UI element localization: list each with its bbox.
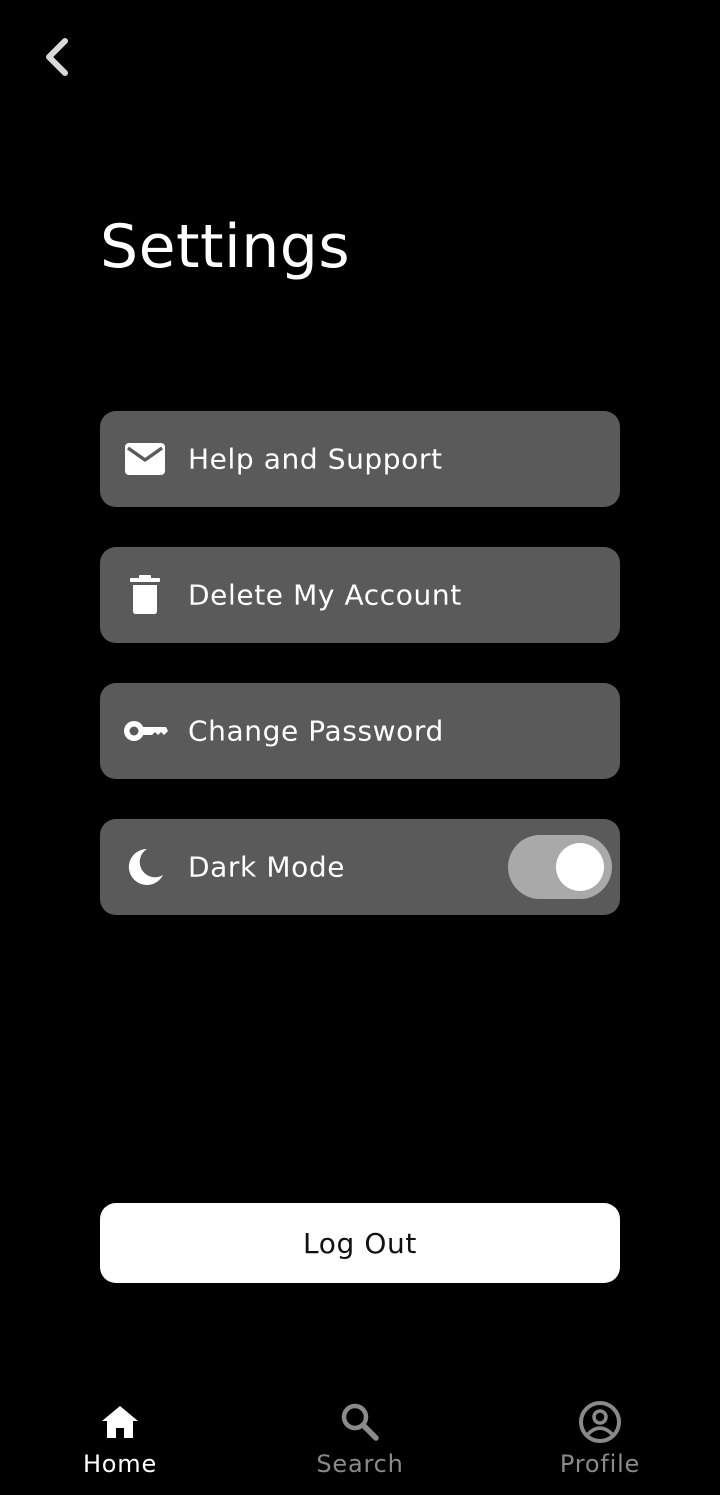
mail-icon	[122, 435, 168, 483]
back-button[interactable]	[34, 32, 78, 82]
logout-button[interactable]: Log Out	[100, 1203, 620, 1283]
bottom-navigation: Home Search Profile	[0, 1390, 720, 1495]
change-password-label: Change Password	[188, 714, 444, 748]
help-and-support-label: Help and Support	[188, 442, 443, 476]
dark-mode-label: Dark Mode	[188, 850, 346, 884]
delete-account-label: Delete My Account	[188, 578, 462, 612]
nav-search-label: Search	[316, 1450, 404, 1478]
help-and-support-item[interactable]: Help and Support	[100, 411, 620, 507]
toggle-knob	[556, 843, 604, 891]
nav-profile[interactable]: Profile	[510, 1390, 690, 1490]
profile-icon	[578, 1400, 622, 1444]
dark-mode-item: Dark Mode	[100, 819, 620, 915]
dark-mode-toggle[interactable]	[508, 835, 612, 899]
nav-profile-label: Profile	[559, 1450, 641, 1478]
key-icon	[122, 707, 168, 755]
nav-home-label: Home	[82, 1450, 158, 1478]
nav-search[interactable]: Search	[270, 1390, 450, 1490]
nav-home[interactable]: Home	[30, 1390, 210, 1490]
home-icon	[98, 1400, 142, 1444]
delete-account-item[interactable]: Delete My Account	[100, 547, 620, 643]
search-icon	[338, 1400, 382, 1444]
chevron-left-icon	[46, 38, 68, 76]
change-password-item[interactable]: Change Password	[100, 683, 620, 779]
trash-icon	[122, 571, 168, 619]
page-title: Settings	[100, 212, 351, 282]
moon-icon	[122, 843, 168, 891]
settings-screen: Settings Help and Support Delete My Acco…	[0, 0, 720, 1495]
